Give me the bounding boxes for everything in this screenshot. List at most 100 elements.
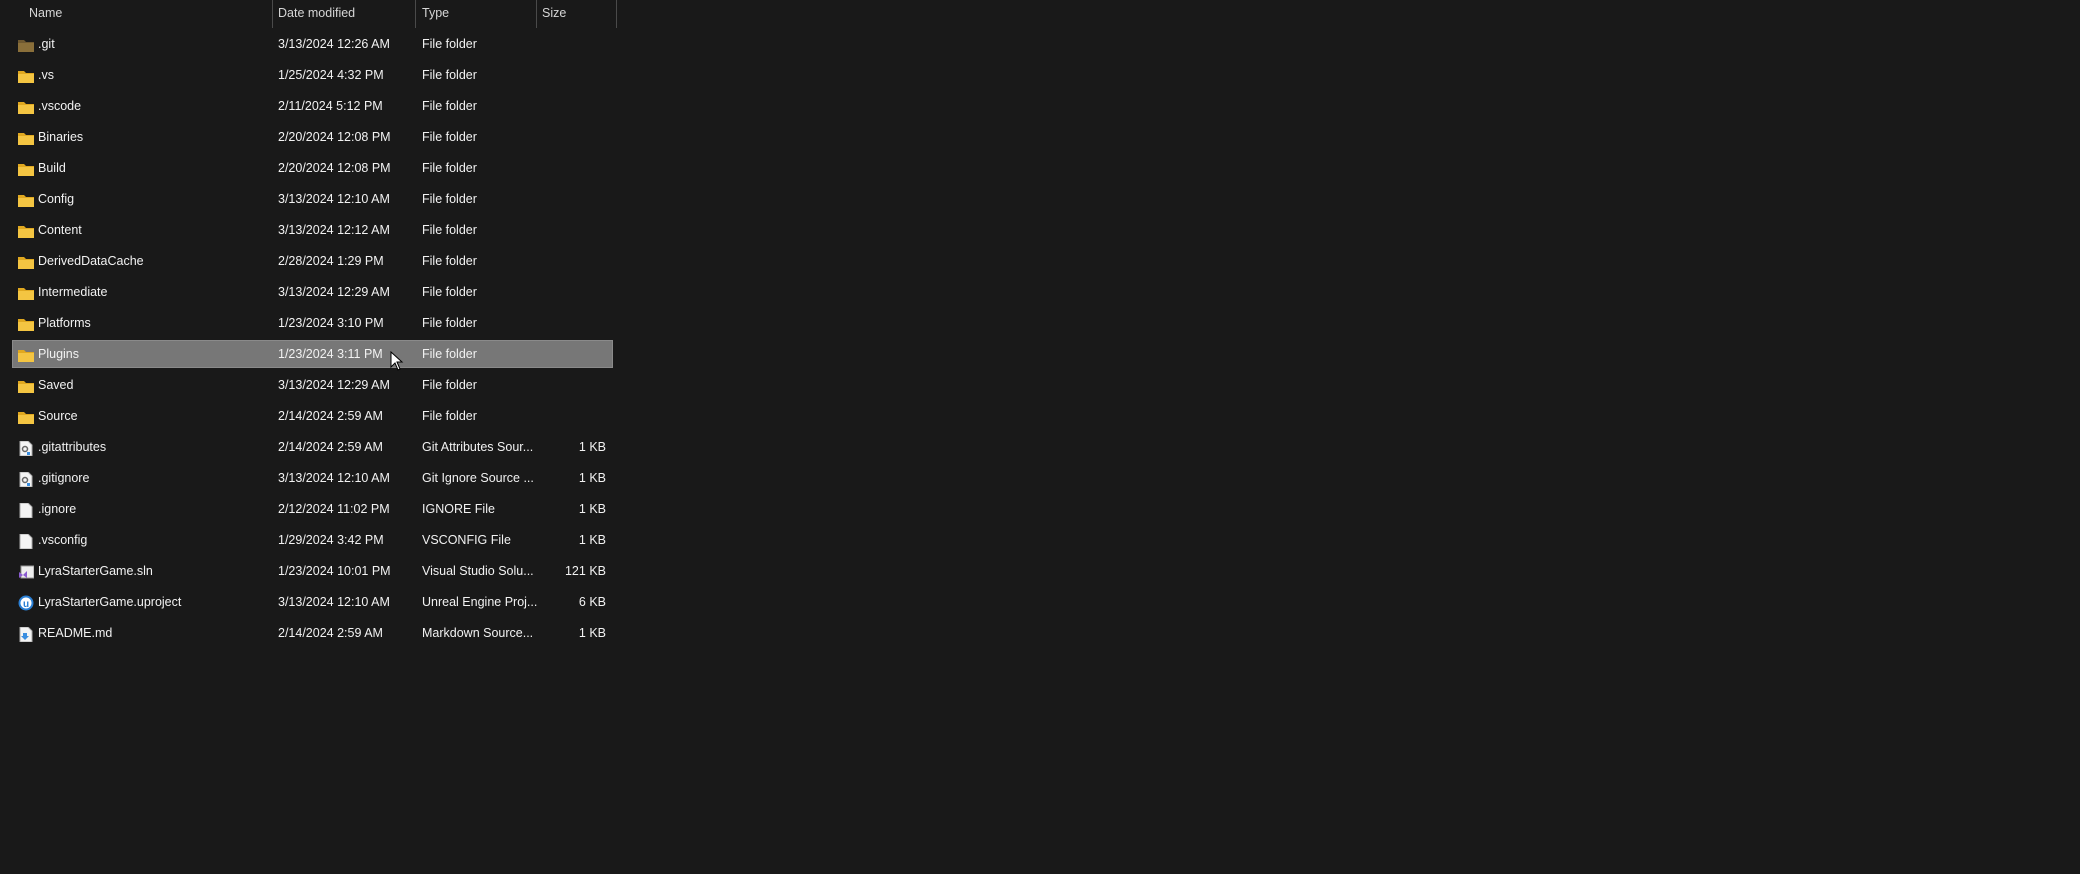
- folder-icon: [18, 160, 34, 176]
- file-name: Source: [38, 409, 78, 423]
- folder-icon: [18, 191, 34, 207]
- file-type: File folder: [422, 409, 477, 423]
- file-type: File folder: [422, 161, 477, 175]
- file-type: Git Ignore Source ...: [422, 471, 534, 485]
- file-date: 2/20/2024 12:08 PM: [278, 130, 391, 144]
- markdown-file-icon: [18, 625, 34, 643]
- file-name: LyraStarterGame.sln: [38, 564, 153, 578]
- file-row[interactable]: .vscode 2/11/2024 5:12 PM File folder: [13, 93, 612, 119]
- file-row[interactable]: Binaries 2/20/2024 12:08 PM File folder: [13, 124, 612, 150]
- folder-icon: [18, 377, 34, 393]
- file-name: .ignore: [38, 502, 77, 516]
- column-header-size[interactable]: Size: [542, 0, 566, 28]
- file-name: .vscode: [38, 99, 82, 113]
- file-type: Git Attributes Sour...: [422, 440, 534, 454]
- file-size: 1 KB: [578, 533, 606, 547]
- file-type: File folder: [422, 130, 477, 144]
- folder-icon: [18, 67, 34, 83]
- file-date: 3/13/2024 12:29 AM: [278, 378, 390, 392]
- file-name: Build: [38, 161, 66, 175]
- file-type: Unreal Engine Proj...: [422, 595, 538, 609]
- file-date: 2/14/2024 2:59 AM: [278, 440, 383, 454]
- settings-file-icon: [18, 470, 34, 488]
- git-folder-icon: [18, 36, 34, 52]
- mouse-cursor-icon: [390, 351, 404, 371]
- file-type: File folder: [422, 347, 477, 361]
- file-date: 2/28/2024 1:29 PM: [278, 254, 384, 268]
- file-row[interactable]: LyraStarterGame.sln 1/23/2024 10:01 PM V…: [13, 558, 612, 584]
- file-type: Markdown Source...: [422, 626, 534, 640]
- file-date: 1/23/2024 3:11 PM: [278, 347, 383, 361]
- file-type: VSCONFIG File: [422, 533, 511, 547]
- file-date: 3/13/2024 12:29 AM: [278, 285, 390, 299]
- file-name: .vs: [38, 68, 54, 82]
- unreal-engine-icon: u: [18, 594, 34, 611]
- column-resize-handle[interactable]: [616, 0, 617, 28]
- column-header: ⌃ Name Date modified Type Size: [0, 0, 620, 28]
- file-name: .vsconfig: [38, 533, 88, 547]
- file-row[interactable]: Build 2/20/2024 12:08 PM File folder: [13, 155, 612, 181]
- file-row[interactable]: README.md 2/14/2024 2:59 AM Markdown Sou…: [13, 620, 612, 646]
- file-row[interactable]: .gitattributes 2/14/2024 2:59 AM Git Att…: [13, 434, 612, 460]
- file-name: .git: [38, 37, 55, 51]
- column-resize-handle[interactable]: [272, 0, 273, 28]
- folder-icon: [18, 98, 34, 114]
- blank-file-icon: [18, 501, 34, 519]
- file-date: 1/23/2024 3:10 PM: [278, 316, 384, 330]
- file-row[interactable]: Config 3/13/2024 12:10 AM File folder: [13, 186, 612, 212]
- file-date: 3/13/2024 12:26 AM: [278, 37, 390, 51]
- file-row[interactable]: .git 3/13/2024 12:26 AM File folder: [13, 31, 612, 57]
- folder-icon: [18, 284, 34, 300]
- file-size: 1 KB: [578, 626, 606, 640]
- file-name: LyraStarterGame.uproject: [38, 595, 182, 609]
- file-row[interactable]: Saved 3/13/2024 12:29 AM File folder: [13, 372, 612, 398]
- file-type: File folder: [422, 192, 477, 206]
- file-date: 1/23/2024 10:01 PM: [278, 564, 391, 578]
- file-name: Plugins: [38, 347, 79, 361]
- blank-file-icon: [18, 532, 34, 550]
- file-name: .gitattributes: [38, 440, 107, 454]
- file-date: 3/13/2024 12:12 AM: [278, 223, 390, 237]
- file-row[interactable]: .vsconfig 1/29/2024 3:42 PM VSCONFIG Fil…: [13, 527, 612, 553]
- file-name: Platforms: [38, 316, 91, 330]
- file-size: 1 KB: [578, 440, 606, 454]
- file-row[interactable]: DerivedDataCache 2/28/2024 1:29 PM File …: [13, 248, 612, 274]
- folder-icon: [18, 222, 34, 238]
- file-type: File folder: [422, 254, 477, 268]
- file-row[interactable]: Content 3/13/2024 12:12 AM File folder: [13, 217, 612, 243]
- file-date: 3/13/2024 12:10 AM: [278, 192, 390, 206]
- file-row[interactable]: Platforms 1/23/2024 3:10 PM File folder: [13, 310, 612, 336]
- column-header-type[interactable]: Type: [422, 0, 449, 28]
- file-name: DerivedDataCache: [38, 254, 144, 268]
- file-date: 2/12/2024 11:02 PM: [278, 502, 390, 516]
- file-date: 2/14/2024 2:59 AM: [278, 409, 383, 423]
- file-name: Binaries: [38, 130, 84, 144]
- file-type: Visual Studio Solu...: [422, 564, 534, 578]
- file-row[interactable]: Plugins 1/23/2024 3:11 PM File folder: [12, 340, 613, 368]
- file-type: File folder: [422, 37, 477, 51]
- folder-icon: [18, 315, 34, 331]
- file-type: File folder: [422, 285, 477, 299]
- folder-icon: [18, 346, 34, 362]
- column-resize-handle[interactable]: [536, 0, 537, 28]
- file-name: Saved: [38, 378, 74, 392]
- file-row[interactable]: u LyraStarterGame.uproject 3/13/2024 12:…: [13, 589, 612, 615]
- file-row[interactable]: Source 2/14/2024 2:59 AM File folder: [13, 403, 612, 429]
- column-header-name[interactable]: Name: [29, 0, 62, 28]
- file-date: 2/20/2024 12:08 PM: [278, 161, 391, 175]
- file-row[interactable]: .gitignore 3/13/2024 12:10 AM Git Ignore…: [13, 465, 612, 491]
- file-name: .gitignore: [38, 471, 90, 485]
- file-row[interactable]: .ignore 2/12/2024 11:02 PM IGNORE File 1…: [13, 496, 612, 522]
- file-date: 2/14/2024 2:59 AM: [278, 626, 383, 640]
- settings-file-icon: [18, 439, 34, 457]
- file-type: File folder: [422, 68, 477, 82]
- file-row[interactable]: Intermediate 3/13/2024 12:29 AM File fol…: [13, 279, 612, 305]
- file-date: 1/29/2024 3:42 PM: [278, 533, 384, 547]
- file-size: 1 KB: [578, 502, 606, 516]
- column-header-date[interactable]: Date modified: [278, 0, 355, 28]
- folder-icon: [18, 253, 34, 269]
- column-resize-handle[interactable]: [415, 0, 416, 28]
- file-row[interactable]: .vs 1/25/2024 4:32 PM File folder: [13, 62, 612, 88]
- file-type: File folder: [422, 99, 477, 113]
- file-size: 6 KB: [578, 595, 606, 609]
